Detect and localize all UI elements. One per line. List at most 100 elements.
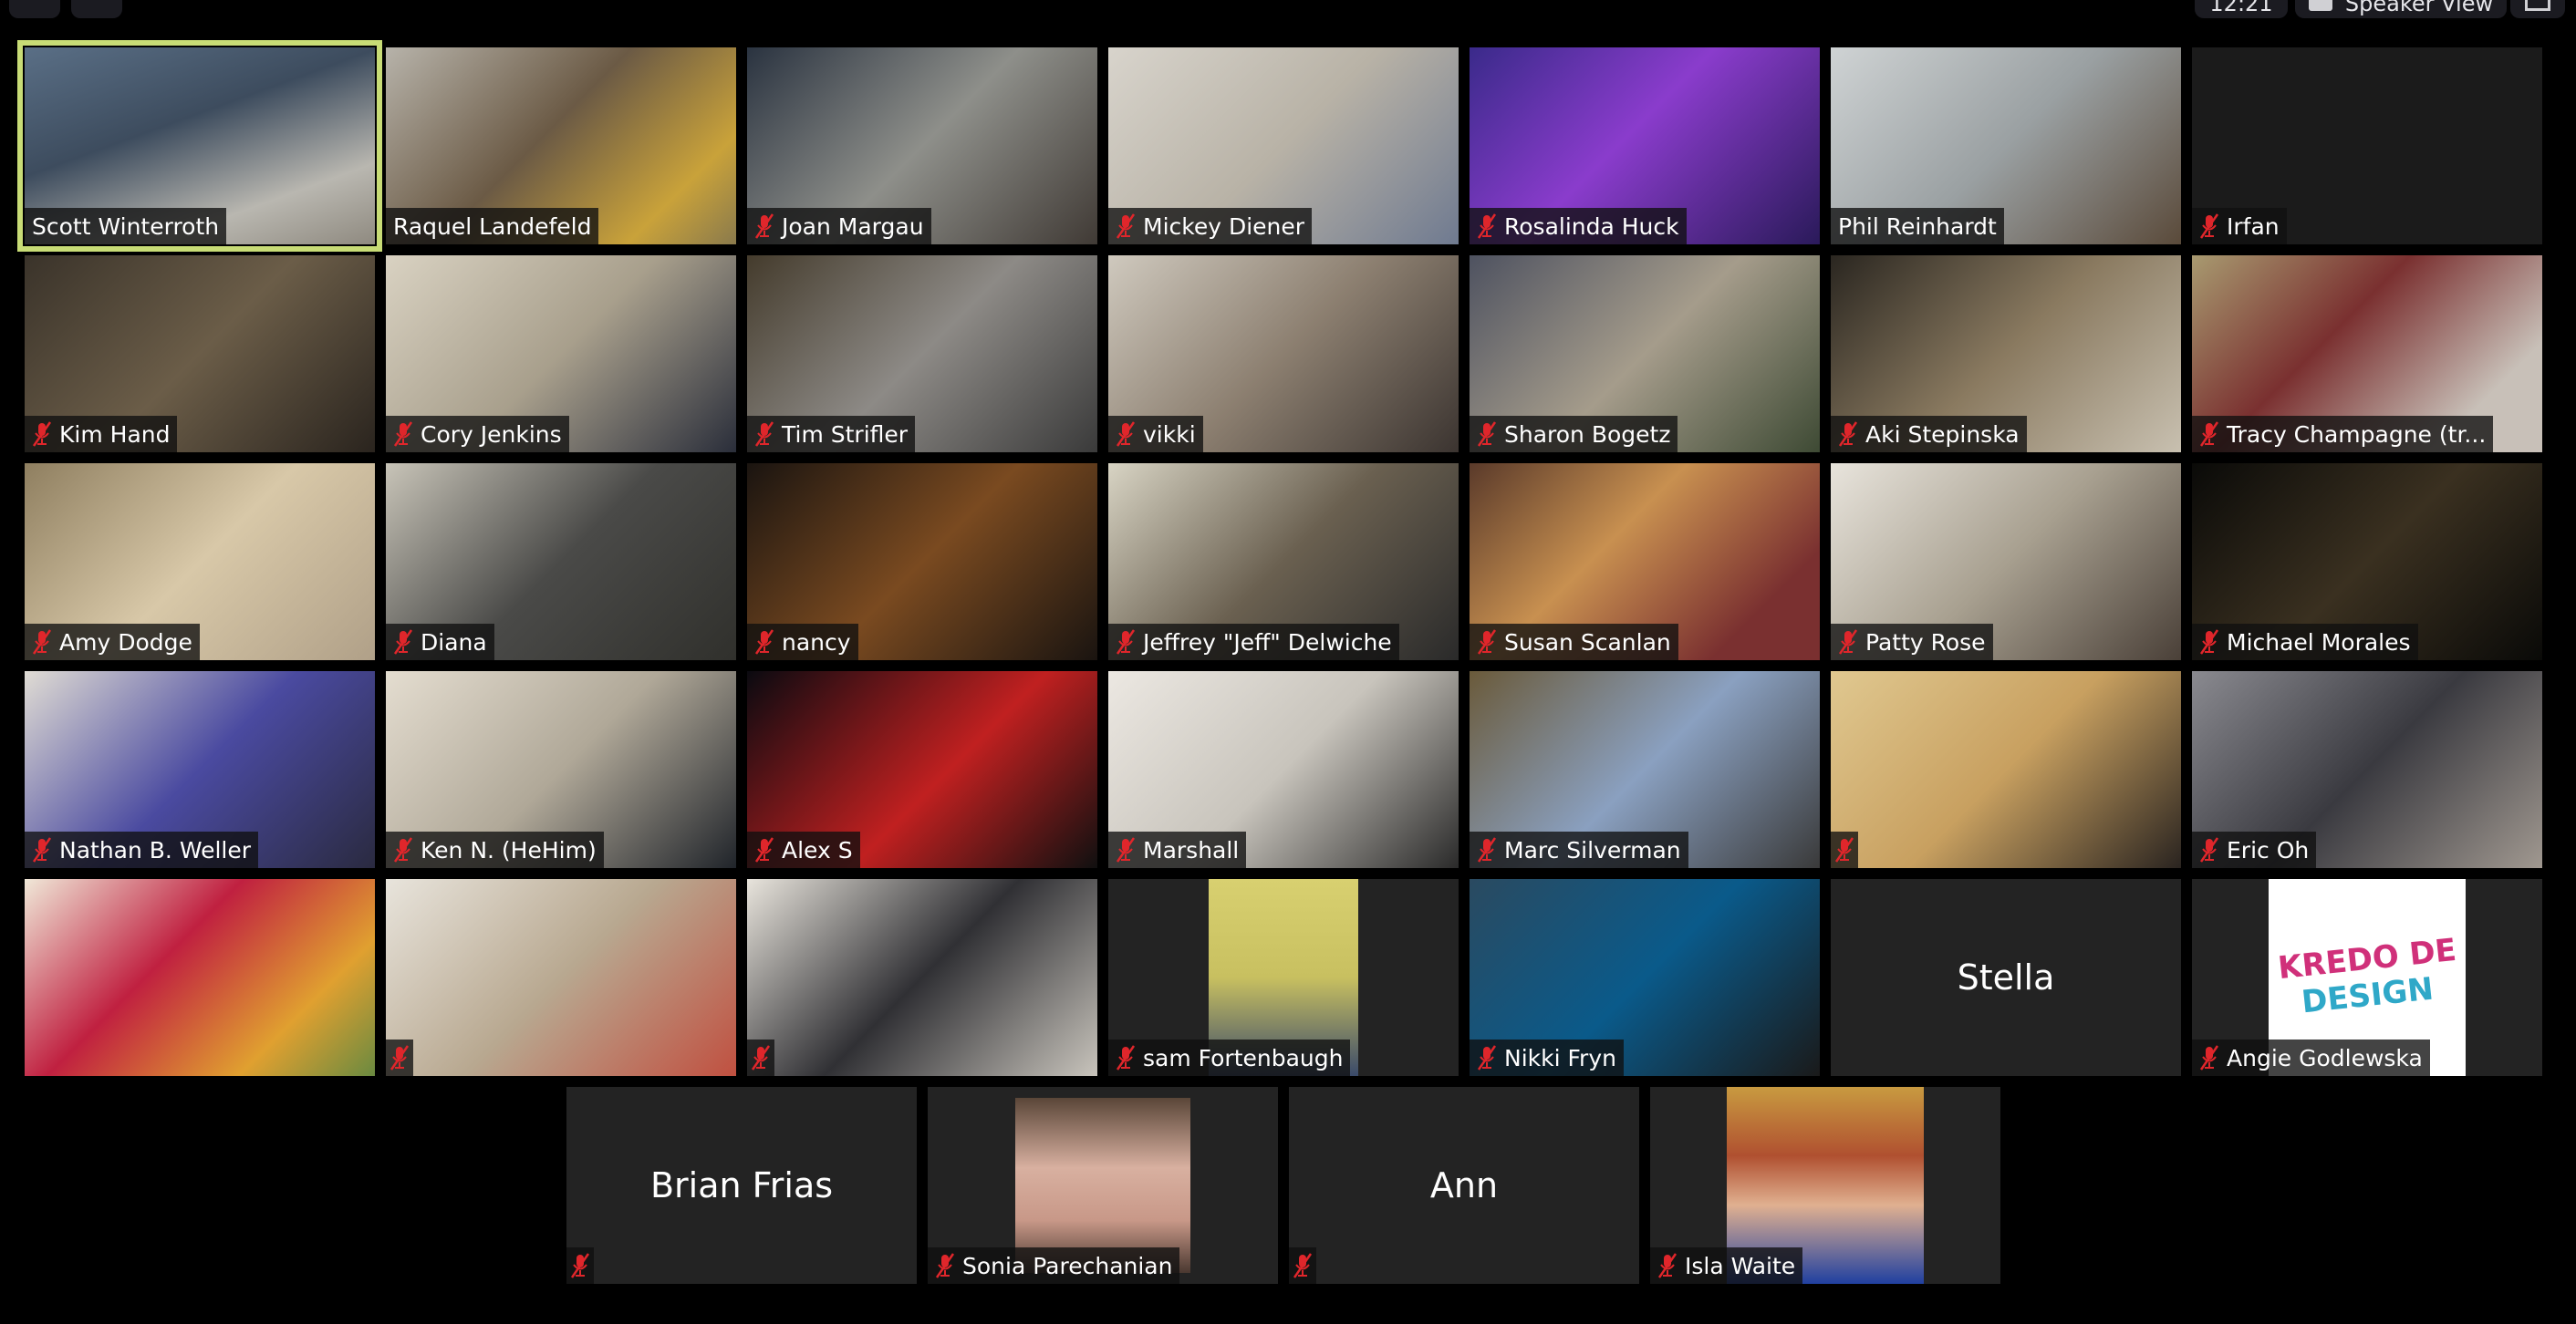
participant-name-label: Isla Waite xyxy=(1650,1247,1803,1284)
participant-tile[interactable]: Rosalinda Huck xyxy=(1470,47,1820,244)
participant-tile[interactable]: Jeffrey "Jeff" Delwiche xyxy=(1108,463,1459,660)
participant-name-label: Patty Rose xyxy=(1831,624,1993,660)
participant-tile[interactable]: Susan Scanlan xyxy=(1470,463,1820,660)
participant-tile[interactable] xyxy=(1831,671,2181,868)
participant-tile[interactable]: Nikki Fryn xyxy=(1470,879,1820,1076)
participant-tile[interactable]: Isla Waite xyxy=(1650,1087,2000,1284)
participant-name: Sonia Parechanian xyxy=(962,1252,1173,1279)
participant-name: nancy xyxy=(782,628,851,656)
participant-name-label: Rosalinda Huck xyxy=(1470,208,1687,244)
participant-name-label: Mickey Diener xyxy=(1108,208,1313,244)
participant-name: Cory Jenkins xyxy=(421,420,562,448)
participant-display-name: Stella xyxy=(1957,957,2055,998)
muted-mic-icon xyxy=(2199,421,2219,447)
fullscreen-icon xyxy=(2525,0,2550,11)
participant-tile[interactable]: Amy Dodge xyxy=(25,463,375,660)
participant-name: Amy Dodge xyxy=(59,628,192,656)
muted-mic-icon xyxy=(1477,629,1497,655)
tile-nav-button-1[interactable] xyxy=(9,0,60,18)
participant-name: Diana xyxy=(421,628,487,656)
muted-mic-icon xyxy=(2199,629,2219,655)
muted-mic-icon xyxy=(1477,213,1497,239)
participant-tile[interactable]: Stella xyxy=(1831,879,2181,1076)
speaker-view-label: Speaker View xyxy=(2344,0,2494,16)
participant-tile[interactable]: Kim Hand xyxy=(25,255,375,452)
participant-tile[interactable]: Alex S xyxy=(747,671,1097,868)
participant-name-label: sam Fortenbaugh xyxy=(1108,1040,1351,1076)
participant-tile[interactable]: Nathan B. Weller xyxy=(25,671,375,868)
participant-name-label: Joan Margau xyxy=(747,208,931,244)
participant-name: Michael Morales xyxy=(2227,628,2411,656)
participant-tile[interactable]: KREDO DE DESIGN Angie Godlewska xyxy=(2192,879,2542,1076)
participant-tile[interactable]: Joan Margau xyxy=(747,47,1097,244)
participant-tile[interactable]: Sonia Parechanian xyxy=(928,1087,1278,1284)
participant-tile[interactable] xyxy=(386,879,736,1076)
participant-name-label: Alex S xyxy=(747,832,860,868)
muted-mic-icon xyxy=(751,1045,771,1071)
muted-mic-icon xyxy=(1838,421,1858,447)
muted-mic-icon xyxy=(1477,421,1497,447)
participant-tile[interactable]: Raquel Landefeld xyxy=(386,47,736,244)
participant-tile[interactable] xyxy=(747,879,1097,1076)
participant-name-label: Eric Oh xyxy=(2192,832,2317,868)
participant-tile[interactable]: Marshall xyxy=(1108,671,1459,868)
participant-video xyxy=(386,879,736,1076)
participant-name-label: Michael Morales xyxy=(2192,624,2418,660)
participant-display-name: Ann xyxy=(1429,1165,1499,1205)
participant-tile[interactable]: Sharon Bogetz xyxy=(1470,255,1820,452)
speaker-view-button[interactable]: Speaker View xyxy=(2295,0,2507,18)
muted-mic-icon xyxy=(1834,837,1854,863)
participant-name-label: Sonia Parechanian xyxy=(928,1247,1180,1284)
participant-tile[interactable]: Marc Silverman xyxy=(1470,671,1820,868)
participant-tile[interactable] xyxy=(25,879,375,1076)
participant-tile[interactable]: Irfan xyxy=(2192,47,2542,244)
participant-tile[interactable]: nancy xyxy=(747,463,1097,660)
participant-name: Rosalinda Huck xyxy=(1504,212,1679,240)
participant-tile[interactable]: Tracy Champagne (tr... xyxy=(2192,255,2542,452)
participant-name: Nathan B. Weller xyxy=(59,836,252,864)
participant-tile[interactable]: Michael Morales xyxy=(2192,463,2542,660)
muted-mic-icon xyxy=(32,837,52,863)
participant-tile[interactable]: Phil Reinhardt xyxy=(1831,47,2181,244)
participant-name-label: Irfan xyxy=(2192,208,2287,244)
participant-tile[interactable]: Scott Winterroth xyxy=(17,40,382,252)
participant-name-label xyxy=(386,1040,413,1076)
muted-mic-icon xyxy=(1116,421,1136,447)
tile-nav-button-2[interactable] xyxy=(71,0,122,18)
participant-tile[interactable]: Ken N. (HeHim) xyxy=(386,671,736,868)
participant-name: Isla Waite xyxy=(1685,1252,1796,1279)
participant-name: Tracy Champagne (tr... xyxy=(2227,420,2487,448)
participant-name-label: Tim Strifler xyxy=(747,416,916,452)
participant-video xyxy=(1831,671,2181,868)
participant-name-label: Cory Jenkins xyxy=(386,416,569,452)
muted-mic-icon xyxy=(754,421,774,447)
participant-name: Nikki Fryn xyxy=(1504,1044,1616,1071)
participant-name-label: Marshall xyxy=(1108,832,1247,868)
muted-mic-icon xyxy=(2199,837,2219,863)
muted-mic-icon xyxy=(1477,837,1497,863)
participant-name-label: Susan Scanlan xyxy=(1470,624,1678,660)
participant-name-label xyxy=(747,1040,774,1076)
participant-tile[interactable]: Tim Strifler xyxy=(747,255,1097,452)
participant-tile[interactable]: Brian Frias xyxy=(566,1087,917,1284)
participant-tile[interactable]: Diana xyxy=(386,463,736,660)
participant-tile[interactable]: Mickey Diener xyxy=(1108,47,1459,244)
participant-name: Joan Margau xyxy=(782,212,924,240)
muted-mic-icon xyxy=(570,1253,590,1278)
participant-tile[interactable]: Patty Rose xyxy=(1831,463,2181,660)
participant-name: Alex S xyxy=(782,836,853,864)
muted-mic-icon xyxy=(935,1253,955,1278)
participant-tile[interactable]: Cory Jenkins xyxy=(386,255,736,452)
participant-tile[interactable]: Eric Oh xyxy=(2192,671,2542,868)
participant-name-label: Ken N. (HeHim) xyxy=(386,832,604,868)
participant-name-label: Nathan B. Weller xyxy=(25,832,259,868)
participant-tile[interactable]: Aki Stepinska xyxy=(1831,255,2181,452)
participant-name: Marc Silverman xyxy=(1504,836,1681,864)
participant-name-label: Nikki Fryn xyxy=(1470,1040,1624,1076)
participant-tile[interactable]: sam Fortenbaugh xyxy=(1108,879,1459,1076)
fullscreen-button[interactable] xyxy=(2510,0,2565,18)
participant-tile[interactable]: vikki xyxy=(1108,255,1459,452)
participant-tile[interactable]: Ann xyxy=(1289,1087,1639,1284)
muted-mic-icon xyxy=(754,629,774,655)
muted-mic-icon xyxy=(1116,213,1136,239)
